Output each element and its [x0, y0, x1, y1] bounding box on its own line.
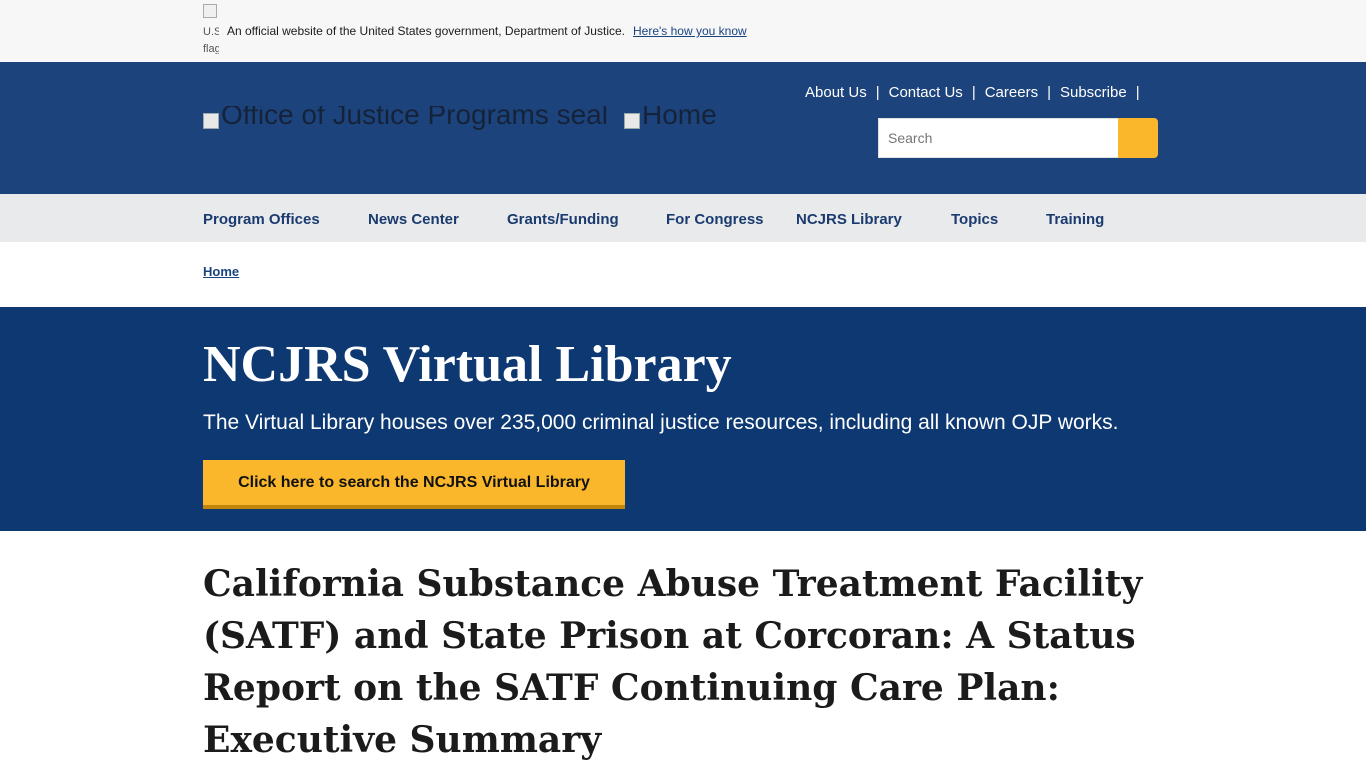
nav-grants-funding[interactable]: Grants/Funding [507, 211, 619, 228]
utility-link-contact-us[interactable]: Contact Us [889, 84, 963, 101]
breadcrumb-home-link[interactable]: Home [203, 264, 239, 279]
site-header: About Us | Contact Us | Careers | Subscribe… [0, 62, 1366, 194]
flag-alt-text: U.S. flag [203, 26, 219, 54]
utility-nav: About Us | Contact Us | Careers | Subscribe… [805, 84, 1149, 101]
breadcrumb: Home [0, 242, 1366, 307]
search-library-button[interactable]: Click here to search the NCJRS Virtual L… [203, 460, 625, 509]
home-alt-text: Home [641, 106, 717, 130]
official-site-text: An official website of the United States… [227, 24, 625, 38]
hero-description: The Virtual Library houses over 235,000 … [203, 411, 1119, 434]
hero-title: NCJRS Virtual Library [203, 336, 732, 393]
nav-ncjrs-library[interactable]: NCJRS Library [796, 211, 902, 228]
utility-link-careers[interactable]: Careers [985, 84, 1038, 101]
us-flag-icon: U.S. flag [203, 4, 219, 54]
logo-alt-text: Office of Justice Programs seal [221, 106, 608, 130]
utility-link-subscribe[interactable]: Subscribe [1060, 84, 1127, 101]
search-button[interactable] [1118, 118, 1158, 158]
search-icon [1130, 130, 1143, 143]
gov-banner: U.S. flag An official website of the Uni… [0, 0, 1366, 62]
separator: | [1047, 84, 1051, 101]
main-nav: Program Offices News Center Grants/Fundi… [0, 194, 1366, 242]
separator: | [971, 84, 976, 101]
separator: | [1135, 84, 1140, 101]
site-logo[interactable]: Office of Justice Programs seal Home [203, 106, 733, 136]
nav-program-offices[interactable]: Program Offices [203, 211, 320, 228]
ojp-seal-icon [203, 113, 219, 129]
document-title: California Substance Abuse Treatment Fac… [203, 563, 1143, 761]
nav-training[interactable]: Training [1046, 211, 1104, 228]
virtual-library-hero: NCJRS Virtual Library The Virtual Librar… [0, 307, 1366, 531]
nav-for-congress[interactable]: For Congress [666, 211, 764, 228]
broken-image-icon [203, 4, 217, 18]
nav-news-center[interactable]: News Center [368, 211, 459, 228]
nav-topics[interactable]: Topics [951, 211, 998, 228]
utility-link-about-us[interactable]: About Us [805, 84, 867, 101]
heres-how-you-know-link[interactable]: Here's how you know [633, 24, 747, 38]
search-input[interactable] [878, 118, 1118, 158]
search-form [878, 118, 1158, 158]
separator: | [875, 84, 880, 101]
home-logo-icon [623, 113, 640, 129]
